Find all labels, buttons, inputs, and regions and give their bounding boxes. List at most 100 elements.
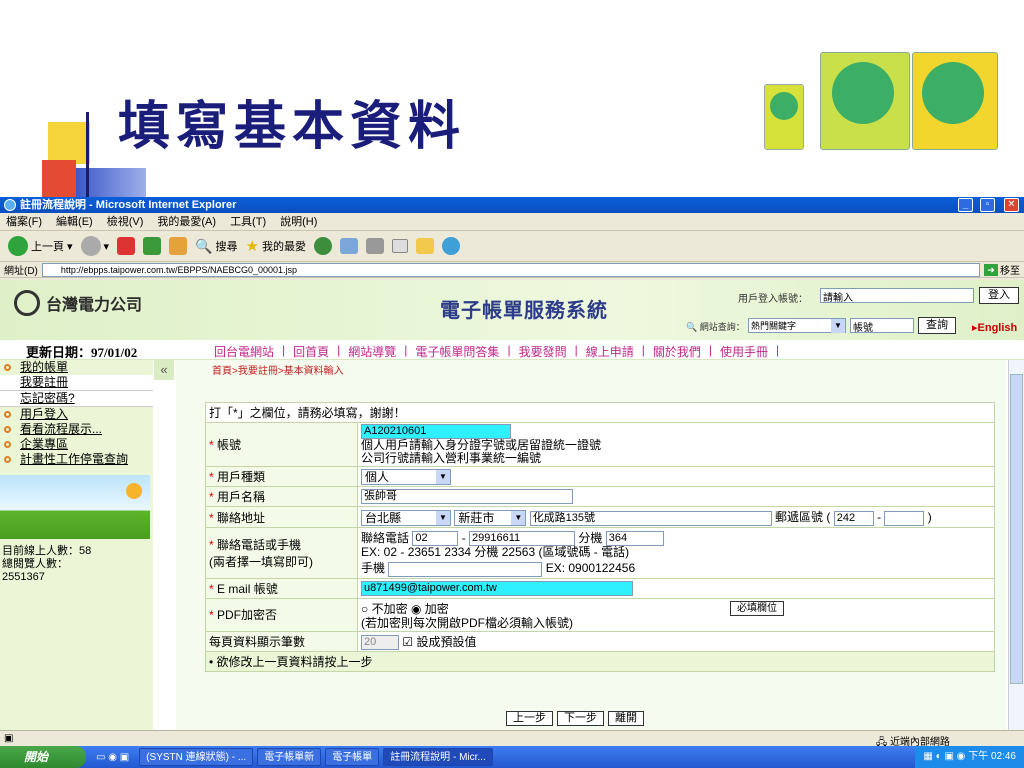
sidebar: 我的帳單 我要註冊 忘記密碼? 用戶登入 看看流程展示... 企業專區 計畫性工… — [0, 360, 153, 730]
edit-icon[interactable] — [391, 239, 408, 253]
print-icon[interactable] — [365, 238, 384, 254]
nav-separator: | — [404, 343, 408, 357]
pdf-note: (若加密則每次開啟PDF檔必須輸入帳號) — [361, 615, 573, 630]
pdf-yes-radio[interactable]: ◉ — [411, 602, 421, 616]
menu-view[interactable]: 檢視(V) — [107, 213, 144, 230]
nav-taipower[interactable]: 回台電網站 — [214, 343, 274, 360]
next-step-button[interactable]: 下一步 — [557, 711, 604, 726]
taskbar-item[interactable]: (SYSTN 連線狀態) - ... — [139, 748, 254, 766]
online-count: 目前線上人數：58 — [2, 545, 92, 557]
mail-icon[interactable] — [339, 238, 358, 254]
refresh-icon[interactable] — [143, 237, 162, 255]
stop-icon[interactable] — [117, 237, 136, 255]
folder-icon[interactable] — [415, 238, 434, 254]
city-select[interactable]: 新莊市 ▼ — [454, 510, 527, 527]
sidebar-item-forgot-password[interactable]: 忘記密碼? — [0, 391, 153, 407]
taskbar-item-active[interactable]: 註冊流程說明 - Micr... — [383, 748, 493, 766]
page-icon: ▣ — [4, 733, 14, 744]
zip-ext-input[interactable] — [884, 510, 925, 526]
nav-separator: | — [337, 343, 341, 357]
nav-about[interactable]: 關於我們 — [653, 343, 701, 360]
required-fields-button[interactable]: 必填欄位 — [730, 600, 784, 616]
main-content: 首頁>我要註冊>基本資料輸入 打「*」之欄位，請務必填寫，謝謝！ * 帳號 A1… — [176, 360, 1006, 730]
history-icon[interactable] — [313, 237, 332, 255]
scrollbar-thumb[interactable] — [1010, 374, 1023, 684]
mobile-label: 手機 — [361, 561, 386, 576]
site-search-input[interactable]: 帳號 — [850, 318, 914, 334]
slide: 填寫基本資料 註冊流程說明 - Microsoft Internet Explo… — [0, 0, 1024, 768]
menu-help[interactable]: 說明(H) — [280, 213, 317, 230]
menu-file[interactable]: 檔案(F) — [6, 213, 42, 230]
vertical-scrollbar[interactable] — [1008, 360, 1024, 730]
go-button[interactable]: ➜ 移至 — [984, 262, 1024, 277]
sidebar-item-enterprise[interactable]: 企業專區 — [0, 437, 153, 452]
site-banner: 台灣電力公司 電子帳單服務系統 用戶登入帳號： 請輸入 登入 🔍 網站查詢： 熱… — [0, 280, 1024, 340]
wind-turbine-image — [0, 475, 150, 539]
leave-button[interactable]: 離開 — [608, 711, 644, 726]
nav-apply[interactable]: 線上申請 — [586, 343, 634, 360]
pdf-yes-label: 加密 — [424, 601, 449, 616]
email-input[interactable]: u871499@taipower.com.tw — [361, 580, 633, 596]
pdf-no-radio[interactable]: ○ — [361, 602, 368, 616]
default-label: 設成預設值 — [416, 634, 477, 649]
deco-square-yellow — [48, 122, 90, 164]
mobile-input[interactable] — [388, 561, 543, 577]
login-input[interactable]: 請輸入 — [820, 288, 974, 304]
nav-separator: | — [507, 343, 511, 357]
user-name-input[interactable]: 張帥哥 — [361, 489, 573, 505]
nav-faq[interactable]: 電子帳單問答集 — [415, 343, 499, 360]
bullet-icon — [4, 411, 11, 418]
minimize-button[interactable]: _ — [958, 198, 973, 212]
nav-ask[interactable]: 我要發問 — [519, 343, 567, 360]
nav-sitemap[interactable]: 網站導覽 — [348, 343, 396, 360]
sidebar-item-my-bill[interactable]: 我的帳單 — [0, 360, 153, 375]
keyword-select[interactable]: 熱門關鍵字 ▼ — [748, 318, 846, 333]
browser-window: 註冊流程說明 - Microsoft Internet Explorer _ ▫… — [0, 197, 1024, 768]
prev-step-button[interactable]: 上一步 — [506, 711, 553, 726]
menu-tools[interactable]: 工具(T) — [230, 213, 266, 230]
sidebar-item-login[interactable]: 用戶登入 — [0, 407, 153, 422]
nav-home[interactable]: 回首頁 — [293, 343, 329, 360]
address-input[interactable]: http://ebpps.taipower.com.tw/EBPPS/NAEBC… — [41, 262, 980, 277]
sidebar-item-register[interactable]: 我要註冊 — [0, 375, 153, 391]
zip-input[interactable]: 242 — [833, 510, 874, 526]
system-tray: ▦ ◐ ▣ ◉ 下午 02:46 — [915, 746, 1024, 768]
back-arrow-icon — [8, 236, 28, 256]
bullet-icon — [4, 441, 11, 448]
collapse-sidebar-button[interactable]: « — [154, 360, 174, 380]
taskbar-item[interactable]: 電子帳單新 — [257, 748, 322, 766]
favorites-button[interactable]: ★ 我的最愛 — [246, 237, 306, 255]
sidebar-item-demo[interactable]: 看看流程展示... — [0, 422, 153, 437]
maximize-button[interactable]: ▫ — [980, 198, 995, 212]
street-input[interactable]: 化成路135號 — [529, 510, 772, 526]
close-button[interactable]: ✕ — [1004, 198, 1019, 212]
login-button[interactable]: 登入 — [979, 287, 1019, 304]
site-search-button[interactable]: 查詢 — [918, 317, 956, 334]
nav-manual[interactable]: 使用手冊 — [720, 343, 768, 360]
tel-example: EX: 02 - 23651 2334 分機 22563 (區域號碼 - 電話) — [361, 545, 630, 560]
account-label: * 帳號 — [205, 421, 358, 468]
sun-icon — [126, 483, 142, 499]
registration-form: 打「*」之欄位，請務必填寫，謝謝！ * 帳號 A120210601 個人用戶請輸… — [205, 402, 995, 673]
page-count-input[interactable]: 20 — [361, 635, 399, 651]
menu-edit[interactable]: 編輯(E) — [56, 213, 93, 230]
taskbar: 開始 ▭ ◉ ▣ (SYSTN 連線狀態) - ... 電子帳單新 電子帳單 註… — [0, 746, 1024, 768]
default-checkbox[interactable]: ☑ — [402, 635, 413, 649]
user-type-select[interactable]: 個人 ▼ — [361, 468, 451, 485]
pdf-no-label: 不加密 — [371, 601, 408, 616]
sidebar-item-outage[interactable]: 計畫性工作停電查詢 — [0, 452, 153, 467]
english-link[interactable]: ▸English — [972, 321, 1017, 334]
county-select[interactable]: 台北縣 ▼ — [361, 510, 451, 527]
site-logo[interactable]: 台灣電力公司 — [14, 290, 142, 316]
home-icon[interactable] — [169, 237, 188, 255]
forward-arrow-icon — [80, 236, 101, 256]
taskbar-item[interactable]: 電子帳單 — [325, 748, 380, 766]
forward-button[interactable]: ▾ — [80, 236, 109, 256]
start-button[interactable]: 開始 — [0, 746, 86, 768]
back-button[interactable]: 上一頁 ▾ — [8, 236, 73, 256]
form-buttons: 上一步 下一步 離開 — [506, 711, 644, 726]
menu-favorites[interactable]: 我的最愛(A) — [157, 213, 216, 230]
tel-dash: - — [461, 531, 466, 546]
messenger-icon[interactable] — [441, 237, 460, 255]
search-button[interactable]: 🔍 搜尋 — [195, 238, 237, 255]
